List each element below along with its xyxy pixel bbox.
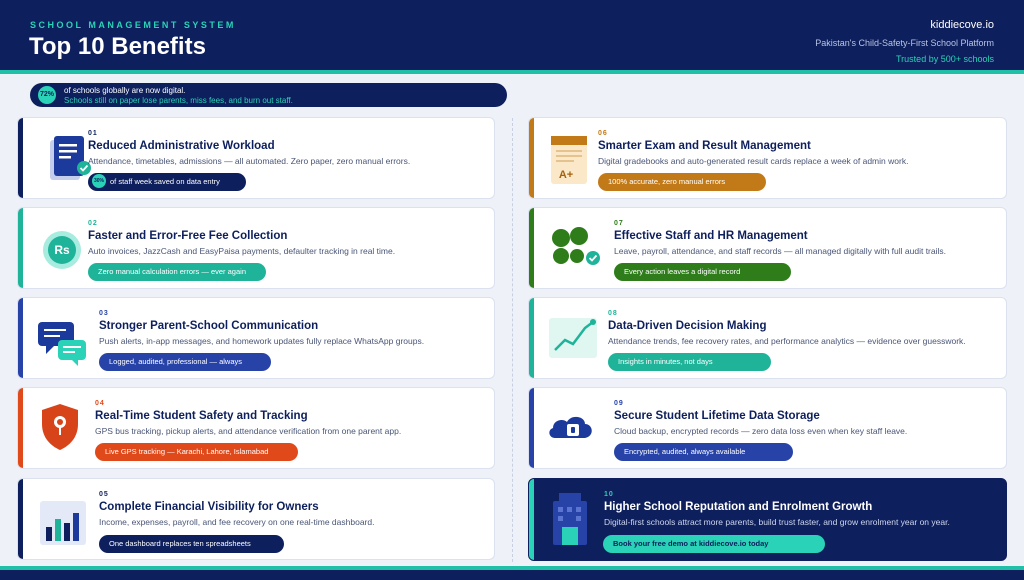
stat-badge: 72%: [38, 86, 56, 104]
card-accent-edge: [529, 479, 534, 560]
benefit-card-02: Rs 02 Faster and Error-Free Fee Collecti…: [17, 207, 495, 289]
card-title: Data-Driven Decision Making: [608, 320, 767, 332]
card-pill: Logged, audited, professional — always: [99, 353, 271, 371]
card-number: 04: [95, 400, 105, 407]
benefit-card-10: 10 Higher School Reputation and Enrolmen…: [528, 478, 1007, 561]
card-number: 09: [614, 400, 624, 407]
card-description: Digital gradebooks and auto-generated re…: [598, 156, 909, 166]
card-title: Real-Time Student Safety and Tracking: [95, 410, 308, 422]
pill-badge: 30%: [92, 174, 106, 189]
card-accent-edge: [18, 479, 23, 559]
school-building-icon: [553, 493, 587, 545]
benefit-card-08: 08 Data-Driven Decision Making Attendanc…: [528, 297, 1007, 379]
header: SCHOOL MANAGEMENT SYSTEM Top 10 Benefits…: [0, 0, 1024, 70]
card-description: Digital-first schools attract more paren…: [604, 517, 950, 527]
bar-chart-icon: [40, 501, 86, 545]
trusted-note: Trusted by 500+ schools: [896, 54, 994, 64]
card-description: Cloud backup, encrypted records — zero d…: [614, 426, 908, 436]
stat-banner: 72% of schools globally are now digital.…: [30, 83, 507, 107]
card-title: Higher School Reputation and Enrolment G…: [604, 501, 873, 513]
card-number: 08: [608, 310, 618, 317]
pill-label: of staff week saved on data entry: [110, 177, 220, 186]
card-title: Effective Staff and HR Management: [614, 230, 808, 242]
card-number: 06: [598, 130, 608, 137]
footer-bar: [0, 570, 1024, 580]
document-check-icon: [50, 136, 91, 180]
card-description: Attendance, timetables, admissions — all…: [88, 156, 411, 166]
stat-line-2: Schools still on paper lose parents, mis…: [64, 96, 293, 105]
benefit-card-06: A+ 06 Smarter Exam and Result Management…: [528, 117, 1007, 199]
card-pill: Live GPS tracking — Karachi, Lahore, Isl…: [95, 443, 298, 461]
card-accent-edge: [529, 118, 534, 198]
card-accent-edge: [529, 298, 534, 378]
card-accent-edge: [529, 388, 534, 468]
card-title: Smarter Exam and Result Management: [598, 140, 811, 152]
card-number: 01: [88, 130, 98, 137]
card-pill: Insights in minutes, not days: [608, 353, 771, 371]
card-description: GPS bus tracking, pickup alerts, and att…: [95, 426, 402, 436]
trend-line-icon: [549, 318, 597, 358]
card-description: Leave, payroll, attendance, and staff re…: [614, 246, 946, 256]
card-title: Reduced Administrative Workload: [88, 140, 275, 152]
card-pill: One dashboard replaces ten spreadsheets: [99, 535, 284, 553]
card-pill: 30% of staff week saved on data entry: [88, 173, 246, 191]
book-demo-button[interactable]: Book your free demo at kiddiecove.io tod…: [603, 535, 825, 553]
card-number: 07: [614, 220, 624, 227]
cloud-lock-icon: [549, 416, 592, 438]
benefit-card-04: 04 Real-Time Student Safety and Tracking…: [17, 387, 495, 469]
card-description: Auto invoices, JazzCash and EasyPaisa pa…: [88, 246, 396, 256]
grade-text: A+: [559, 169, 573, 181]
benefit-card-01: 01 Reduced Administrative Workload Atten…: [17, 117, 495, 199]
page-title: Top 10 Benefits: [29, 33, 206, 60]
card-number: 10: [604, 491, 614, 498]
card-accent-edge: [18, 298, 23, 378]
benefit-card-03: 03 Stronger Parent-School Communication …: [17, 297, 495, 379]
shield-location-icon: [42, 404, 78, 450]
team-check-icon: [552, 227, 600, 265]
column-divider: [512, 118, 513, 562]
card-title: Faster and Error-Free Fee Collection: [88, 230, 288, 242]
card-title: Stronger Parent-School Communication: [99, 320, 319, 332]
card-accent-edge: [18, 208, 23, 288]
benefit-card-07: 07 Effective Staff and HR Management Lea…: [528, 207, 1007, 289]
card-title: Secure Student Lifetime Data Storage: [614, 410, 820, 422]
card-number: 02: [88, 220, 98, 227]
card-description: Push alerts, in-app messages, and homewo…: [99, 336, 425, 346]
stat-line-1: of schools globally are now digital.: [64, 86, 186, 95]
card-pill: Every action leaves a digital record: [614, 263, 791, 281]
card-pill: Encrypted, audited, always available: [614, 443, 793, 461]
card-accent-edge: [529, 208, 534, 288]
rupee-coin-icon: Rs: [43, 231, 81, 269]
card-pill: 100% accurate, zero manual errors: [598, 173, 766, 191]
header-stripe: [0, 70, 1024, 74]
card-accent-edge: [18, 388, 23, 468]
card-description: Attendance trends, fee recovery rates, a…: [608, 336, 966, 346]
header-kicker: SCHOOL MANAGEMENT SYSTEM: [30, 20, 236, 30]
brand-name[interactable]: kiddiecove.io: [930, 19, 994, 31]
card-pill: Zero manual calculation errors — ever ag…: [88, 263, 266, 281]
benefit-card-05: 05 Complete Financial Visibility for Own…: [17, 478, 495, 560]
rupee-text: Rs: [54, 243, 70, 257]
card-number: 05: [99, 491, 109, 498]
chat-bubbles-icon: [38, 322, 86, 366]
card-title: Complete Financial Visibility for Owners: [99, 501, 319, 513]
benefit-card-09: 09 Secure Student Lifetime Data Storage …: [528, 387, 1007, 469]
card-number: 03: [99, 310, 109, 317]
card-description: Income, expenses, payroll, and fee recov…: [99, 517, 375, 527]
card-accent-edge: [18, 118, 23, 198]
brand-tagline: Pakistan's Child-Safety-First School Pla…: [815, 38, 994, 48]
